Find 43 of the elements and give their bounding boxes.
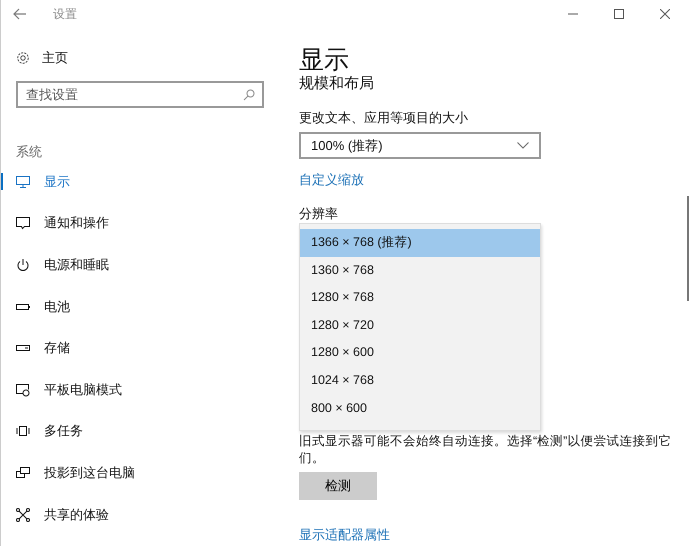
sidebar-item[interactable]: 电池 [1,286,284,328]
detect-note: 旧式显示器可能不会始终自动连接。选择“检测”以便尝试连接到它们。 [299,433,672,468]
search-icon[interactable] [243,89,255,101]
adapter-properties-link[interactable]: 显示适配器属性 [299,526,390,544]
scale-dropdown[interactable]: 100% (推荐) [299,132,541,159]
resolution-option[interactable]: 1280 × 720 [300,312,540,340]
scrollbar[interactable] [687,196,689,301]
section-heading: 规模和布局 [299,75,375,93]
settings-icon[interactable] [16,51,30,65]
resolution-option[interactable]: 1280 × 600 [300,339,540,367]
scale-label: 更改文本、应用等项目的大小 [299,109,469,127]
sidebar-item[interactable]: 存储 [1,327,284,369]
search-field[interactable]: 查找设置 [16,81,264,108]
share-icon [16,508,30,522]
resolution-option[interactable]: 1024 × 768 [300,366,540,395]
chevron-icon [517,142,529,149]
section-heading: 系统 [16,143,43,161]
sidebar-item[interactable]: 通知和操作 [1,202,284,244]
custom-scaling-link[interactable]: 自定义缩放 [299,171,364,189]
sidebar-item[interactable]: 电源和睡眠 [1,244,284,286]
power-icon [16,258,30,272]
screens-icon [16,466,30,480]
page-title: 显示 [299,45,350,75]
speech-bubble-icon [16,216,30,230]
sidebar-item[interactable]: 共享的体验 [1,494,284,536]
back-icon[interactable] [13,8,27,20]
home-link[interactable]: 主页 [42,49,68,67]
monitor-icon [16,174,30,189]
resolution-option[interactable]: 800 × 600 [300,394,540,422]
tablet-icon [16,382,30,397]
resolution-option[interactable]: 1366 × 768 (推荐) [300,229,540,257]
sidebar-item[interactable]: 多任务 [1,410,284,452]
resolution-option[interactable]: 1360 × 768 [300,256,540,284]
detect-button[interactable]: 检测 [299,472,377,500]
window-stack-icon [16,424,30,438]
resolution-label: 分辨率 [299,205,339,223]
sidebar-item[interactable]: 平板电脑模式 [1,368,284,411]
resolution-option[interactable]: 1280 × 768 [300,284,540,312]
window-title: 设置 [53,6,77,22]
maximize-icon[interactable] [614,9,624,19]
sidebar-item[interactable]: 显示 [1,161,284,203]
sidebar-item[interactable]: 投影到这台电脑 [1,452,284,494]
close-icon[interactable] [660,9,670,19]
